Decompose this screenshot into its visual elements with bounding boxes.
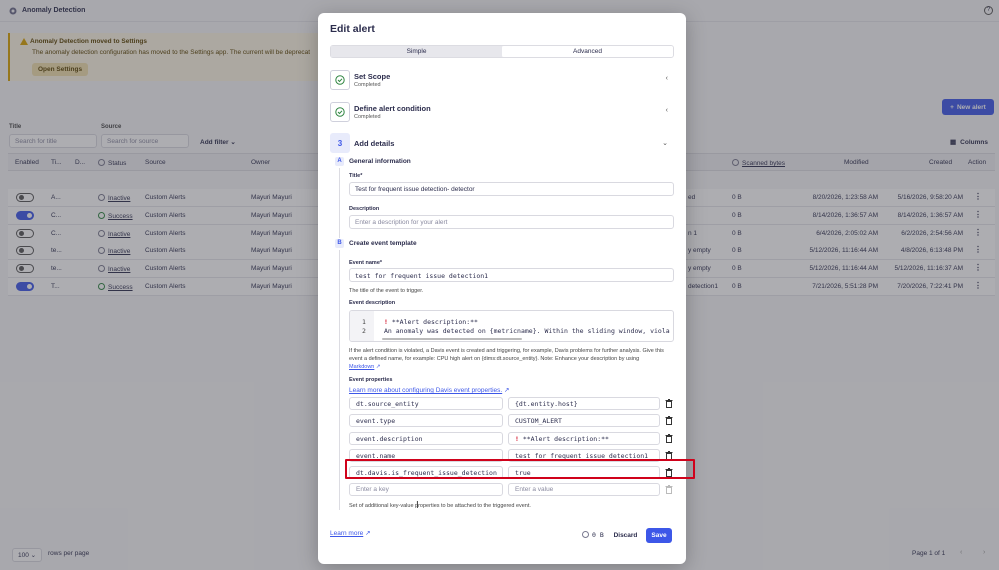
result-size-value: 0 B <box>592 531 604 539</box>
text-cursor-icon: I <box>416 500 419 511</box>
markdown-link[interactable]: Markdown <box>349 364 374 370</box>
section-line <box>339 250 340 510</box>
event-properties-label: Event properties <box>349 377 393 383</box>
hint-line-1: If the alert condition is violated, a Da… <box>349 348 664 354</box>
section-badge-b: B <box>335 239 344 248</box>
property-value-input[interactable]: ! **Alert description:** <box>508 431 660 445</box>
info-icon <box>582 531 589 538</box>
property-key-input[interactable]: event.type <box>349 414 503 428</box>
step-status: Completed <box>354 82 381 88</box>
editor-scrollbar[interactable] <box>382 338 522 340</box>
hint-line-2: event a defined name, for example: CPU h… <box>349 356 640 362</box>
event-description-hint: If the alert condition is violated, a Da… <box>349 347 679 371</box>
code-line: ! **Alert description:** <box>384 318 478 326</box>
event-name-label: Event name* <box>349 260 383 266</box>
line-number: 2 <box>362 327 366 335</box>
tab-simple[interactable]: Simple <box>331 46 502 57</box>
general-info-heading: General information <box>349 158 411 165</box>
step-define-condition[interactable]: Define alert condition Completed ‹ <box>330 102 674 126</box>
new-key-input[interactable]: Enter a key <box>349 483 503 496</box>
description-input[interactable]: Enter a description for your alert <box>349 215 674 229</box>
editor-gutter <box>350 311 374 341</box>
chevron-left-icon[interactable]: ‹ <box>666 75 668 82</box>
new-value-input[interactable]: Enter a value <box>508 483 660 496</box>
step-add-details[interactable]: 3 Add details ⌄ <box>330 133 674 157</box>
property-key-input[interactable]: event.description <box>349 431 503 445</box>
event-template-heading: Create event template <box>349 240 417 247</box>
description-label: Description <box>349 206 380 212</box>
event-properties-hint: Set of additional key-value properties t… <box>349 503 531 509</box>
result-size: 0 B <box>582 531 604 539</box>
step-title: Define alert condition <box>354 104 431 113</box>
event-description-editor[interactable]: 1 ! **Alert description:** 2 An anomaly … <box>349 310 674 342</box>
external-link-icon: ↗ <box>504 387 510 394</box>
event-properties-link-row: Learn more about configuring Davis event… <box>349 387 509 395</box>
learn-more-link[interactable]: Learn more <box>330 530 363 537</box>
external-link-icon: ↗ <box>375 364 381 370</box>
error-icon: ! <box>515 434 519 443</box>
event-name-input[interactable]: test for frequent issue detection1 <box>349 268 674 282</box>
step-title: Add details <box>354 139 395 148</box>
property-key-input[interactable]: dt.source_entity <box>349 397 503 410</box>
code-line: An anomaly was detected on {metricname}.… <box>384 327 670 335</box>
external-link-icon: ↗ <box>365 530 371 537</box>
step-set-scope[interactable]: Set Scope Completed ‹ <box>330 70 674 94</box>
mode-tabs: Simple Advanced <box>330 45 674 58</box>
trash-icon[interactable] <box>665 399 673 408</box>
error-icon: ! <box>384 318 388 326</box>
trash-icon <box>665 485 673 494</box>
check-circle-icon <box>330 102 350 122</box>
trash-icon[interactable] <box>665 433 673 443</box>
step-status: Completed <box>354 114 381 120</box>
title-input[interactable]: Test for frequent issue detection- detec… <box>349 182 674 196</box>
line-number: 1 <box>362 318 366 326</box>
trash-icon[interactable] <box>665 416 673 426</box>
tab-advanced[interactable]: Advanced <box>502 46 673 57</box>
property-value-input[interactable]: {dt.entity.host} <box>508 397 660 410</box>
check-circle-icon <box>330 70 350 90</box>
modal-title: Edit alert <box>330 23 375 35</box>
property-value-input[interactable]: CUSTOM_ALERT <box>508 414 660 428</box>
chevron-down-icon[interactable]: ⌄ <box>662 139 668 147</box>
code-line-text: **Alert description:** <box>391 318 478 326</box>
save-button[interactable]: Save <box>646 528 672 543</box>
section-line <box>339 168 340 238</box>
section-badge-a: A <box>335 157 344 166</box>
title-label: Title* <box>349 173 363 179</box>
step-title: Set Scope <box>354 72 391 81</box>
step-number: 3 <box>330 133 350 153</box>
property-value-text: **Alert description:** <box>522 434 609 443</box>
chevron-left-icon[interactable]: ‹ <box>666 107 668 114</box>
davis-properties-link[interactable]: Learn more about configuring Davis event… <box>349 387 502 394</box>
event-name-hint: The title of the event to trigger. <box>349 288 424 294</box>
highlight-box <box>345 459 695 479</box>
discard-button[interactable]: Discard <box>610 528 641 543</box>
learn-more-row: Learn more ↗ <box>330 529 371 537</box>
event-description-label: Event description <box>349 300 396 306</box>
